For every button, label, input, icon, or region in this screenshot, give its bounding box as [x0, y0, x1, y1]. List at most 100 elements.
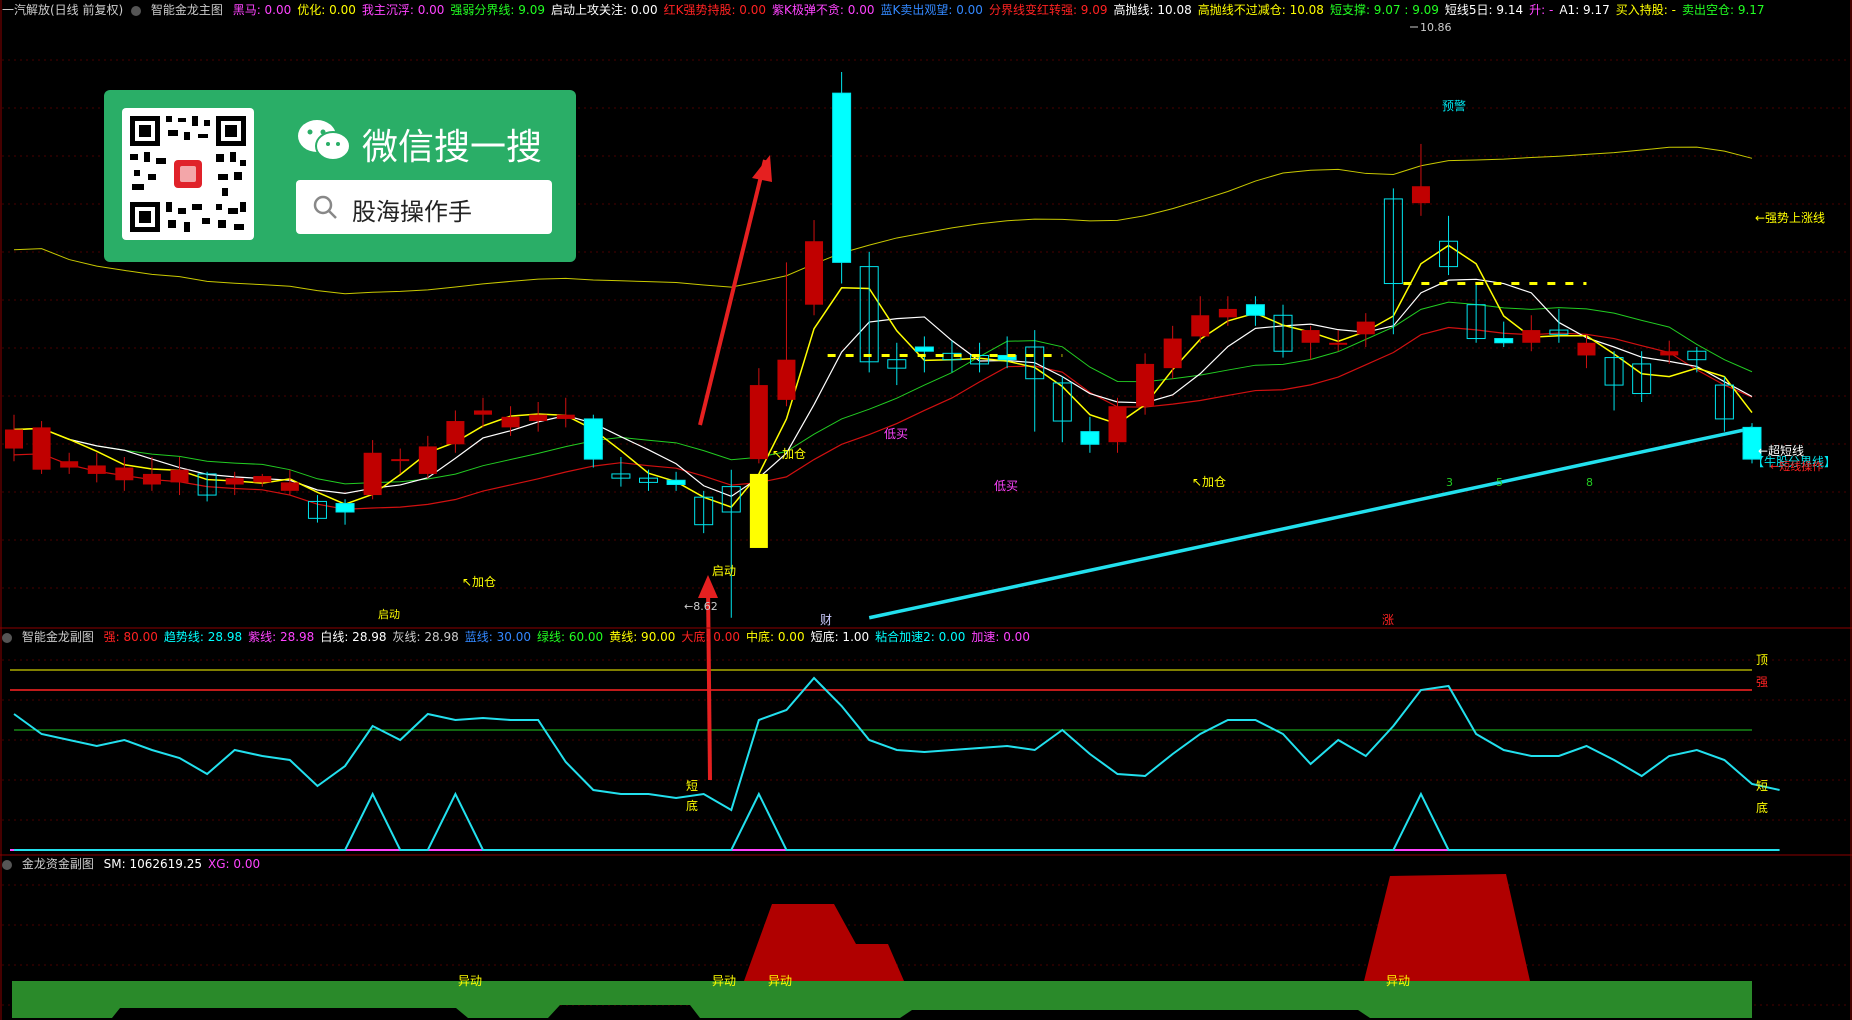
main-indicator: 短线5日: 9.14 — [1444, 3, 1524, 17]
candle-body[interactable] — [1411, 186, 1430, 204]
candle-body[interactable] — [1577, 342, 1596, 356]
green-line — [13, 301, 1753, 485]
candle-body[interactable] — [391, 459, 410, 462]
candle-body[interactable] — [805, 241, 824, 305]
candle-body[interactable] — [5, 429, 23, 449]
main-indicator: 红K强势持股: 0.00 — [663, 3, 767, 17]
top-label: 顶 — [1756, 653, 1768, 667]
sub1-indicator: 大底: 0.00 — [681, 630, 740, 644]
candle-body[interactable] — [473, 410, 492, 415]
candle-body[interactable] — [87, 465, 106, 474]
candle-body[interactable] — [32, 427, 51, 470]
main-indicator: 强弱分界线: 9.09 — [450, 3, 545, 17]
candle-body[interactable] — [556, 414, 575, 419]
candle-body[interactable] — [1660, 351, 1679, 356]
start-candle[interactable] — [749, 473, 768, 548]
candle-body[interactable] — [914, 346, 934, 352]
candle-body[interactable] — [666, 479, 686, 485]
candle-body[interactable] — [335, 503, 355, 513]
sub1-panel-name: 智能金龙副图 — [21, 630, 94, 644]
wechat-logo-icon — [298, 120, 351, 161]
collapse-toggle-icon[interactable] — [2, 859, 12, 870]
yellow-line — [13, 244, 1753, 508]
cyan-trend-line — [868, 426, 1753, 620]
warning-label: 预警 — [1442, 98, 1466, 113]
wechat-search-text: 股海操作手 — [352, 198, 472, 226]
collapse-toggle-icon[interactable] — [131, 5, 142, 16]
candle-body[interactable] — [142, 473, 161, 485]
add-position-label: ↖加仓 — [462, 575, 496, 589]
candle-body[interactable] — [446, 421, 465, 445]
main-indicator: 蓝K卖出观望: 0.00 — [880, 3, 983, 17]
short-label: 短 — [686, 779, 698, 793]
candle-body[interactable] — [1356, 321, 1375, 335]
main-panel-header: 一汽解放(日线 前复权) 智能金龙主图 黑马: 0.00 优化: 0.00 我主沉浮… — [0, 0, 1777, 20]
search-icon — [313, 195, 337, 219]
collapse-toggle-icon[interactable] — [2, 632, 12, 643]
main-indicator: 我主沉浮: 0.00 — [361, 3, 445, 17]
sub1-indicator: 加速: 0.00 — [971, 630, 1030, 644]
main-indicator: 高抛线: 10.08 — [1113, 3, 1192, 17]
candle-body[interactable] — [749, 385, 768, 460]
sub1-indicator: 蓝线: 30.00 — [464, 630, 531, 644]
candle-body[interactable] — [1136, 363, 1155, 407]
candle-body[interactable] — [583, 418, 603, 460]
low-price-label: ←8.62 — [684, 600, 718, 613]
yidong-label: 异动 — [712, 974, 736, 988]
candle-body[interactable] — [1218, 308, 1237, 318]
strong-up-label: ←强势上涨线 — [1755, 210, 1825, 225]
candle-body[interactable] — [60, 461, 79, 468]
trend-line — [13, 676, 1780, 812]
candle-body[interactable] — [777, 359, 796, 400]
wechat-search-card[interactable]: 微信搜一搜 股海操作手 — [104, 90, 576, 262]
red-arrow-head — [752, 155, 772, 182]
window-title: 一汽解放(日线 前复权) — [2, 3, 124, 17]
candle-body[interactable] — [1108, 406, 1127, 443]
sub1-indicator: 绿线: 60.00 — [536, 630, 604, 644]
candle-body[interactable] — [1191, 315, 1210, 337]
count-label: 8 — [1586, 476, 1593, 489]
annotations: 10.86预警←强势上涨线←超短线【牛股分界线】←短线操作↖加仓↖加仓↖加仓启动… — [378, 21, 1836, 988]
candle-body[interactable] — [1329, 342, 1348, 345]
sub2-indicator: XG: 0.00 — [208, 857, 261, 871]
sub1-indicator: 白线: 28.98 — [320, 630, 387, 644]
spike-line — [14, 791, 1780, 851]
main-indicator-list: 黑马: 0.00 优化: 0.00 我主沉浮: 0.00 强弱分界线: 9.09 启动上… — [233, 3, 1771, 17]
bottom-label: 底 — [686, 798, 698, 813]
candle-body[interactable] — [418, 446, 437, 474]
candle-body[interactable] — [832, 92, 852, 263]
candle-body[interactable] — [1522, 330, 1541, 343]
low-buy-label: 低买 — [994, 479, 1018, 493]
candle-body[interactable] — [1080, 431, 1100, 445]
money-flow-red — [744, 904, 904, 981]
sub-panel-1-header: 智能金龙副图 强: 80.00 趋势线: 28.98 紫线: 28.98 白线: 28… — [0, 627, 1042, 647]
sub1-indicator: 黄线: 90.00 — [609, 630, 676, 644]
start-label: 启动 — [378, 608, 400, 621]
short-operation-label: ←短线操作 — [1770, 459, 1823, 473]
candle-body[interactable] — [1301, 330, 1320, 343]
zhang-label: 涨 — [1382, 612, 1394, 627]
white-line — [13, 278, 1753, 498]
candle-body[interactable] — [363, 452, 382, 496]
start-label: 启动 — [712, 564, 736, 578]
candle-body[interactable] — [253, 476, 272, 483]
wechat-title: 微信搜一搜 — [362, 127, 543, 168]
cai-label: 财 — [820, 613, 832, 627]
candle-body[interactable] — [1163, 338, 1182, 369]
qr-code-icon — [122, 108, 254, 240]
main-indicator: 卖出空仓: 9.17 — [1681, 3, 1765, 17]
count-label: 3 — [1446, 476, 1453, 489]
candle-body[interactable] — [225, 478, 244, 485]
candle-body[interactable] — [501, 416, 520, 428]
main-indicator: 买入持股: - — [1615, 3, 1676, 17]
candle-body[interactable] — [1494, 338, 1514, 344]
candle-body[interactable] — [170, 469, 189, 483]
candle-body[interactable] — [1245, 304, 1265, 316]
candle-body[interactable] — [115, 467, 134, 481]
wechat-search-box[interactable]: 股海操作手 — [296, 180, 552, 234]
main-indicator: 启动上攻关注: 0.00 — [551, 3, 658, 17]
candle-body[interactable] — [280, 482, 299, 491]
sub2-indicator: SM: 1062619.25 — [103, 857, 203, 871]
candle-body[interactable] — [529, 414, 548, 422]
yidong-label: 异动 — [1386, 974, 1410, 988]
